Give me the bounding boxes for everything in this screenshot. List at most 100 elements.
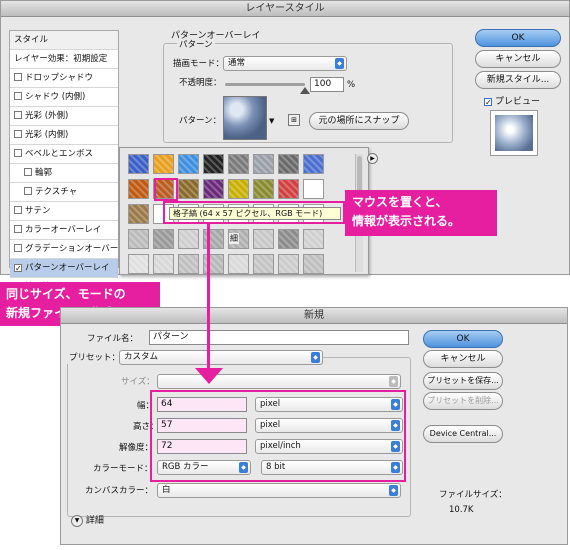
effect-item[interactable]: グラデーションオーバーレ <box>10 240 118 259</box>
new-preset-icon[interactable]: ⊞ <box>288 114 300 126</box>
style-preview-thumbnail <box>490 110 538 156</box>
preview-checkbox[interactable]: ✓ プレビュー <box>484 94 540 107</box>
pattern-swatch[interactable] <box>278 154 299 174</box>
color-mode-label: カラーモード： <box>93 464 153 474</box>
pattern-swatch[interactable] <box>228 154 249 174</box>
pattern-swatch[interactable] <box>253 179 274 199</box>
pattern-swatch[interactable] <box>178 179 199 199</box>
effect-checkbox[interactable] <box>24 187 32 195</box>
blend-mode-select[interactable]: 通常 ◆ <box>223 56 347 71</box>
blend-mode-label: 描画モード： <box>173 59 225 69</box>
effect-item[interactable]: ベベルとエンボス <box>10 145 118 164</box>
opacity-unit: % <box>347 80 356 90</box>
new-ok-button[interactable]: OK <box>423 330 503 348</box>
effect-label: ドロップシャドウ <box>25 73 94 83</box>
effect-item[interactable]: テクスチャ <box>10 183 118 202</box>
advanced-label: 詳細 <box>85 516 104 526</box>
effect-checkbox[interactable] <box>14 92 22 100</box>
effect-checkbox[interactable] <box>14 111 22 119</box>
pattern-swatch[interactable] <box>128 204 149 224</box>
effect-checkbox[interactable] <box>24 168 32 176</box>
callout-top-line1: マウスを置くと、 <box>352 195 448 209</box>
effect-checkbox[interactable] <box>14 206 22 214</box>
pattern-swatch[interactable] <box>153 154 174 174</box>
advanced-toggle[interactable]: ▼ 詳細 <box>71 513 104 527</box>
effect-item[interactable]: ドロップシャドウ <box>10 69 118 88</box>
pattern-swatch[interactable] <box>128 229 149 249</box>
pattern-swatch[interactable] <box>278 179 299 199</box>
effect-checkbox[interactable] <box>14 244 22 252</box>
effect-item[interactable]: ✓ パターンオーバーレイ <box>10 259 118 278</box>
effect-item[interactable]: サテン <box>10 202 118 221</box>
effect-checkbox[interactable] <box>14 73 22 81</box>
preview-swatch <box>495 115 533 151</box>
pattern-swatch[interactable] <box>178 229 199 249</box>
delete-preset-button: プリセットを削除... <box>423 392 503 410</box>
effect-checkbox[interactable] <box>14 225 22 233</box>
chevron-updown-icon: ◆ <box>389 485 398 496</box>
pattern-swatch[interactable] <box>203 154 224 174</box>
new-style-button[interactable]: 新規スタイル... <box>475 71 561 89</box>
ok-button[interactable]: OK <box>475 29 561 47</box>
new-dialog-title: 新規 <box>61 308 567 324</box>
pattern-swatch[interactable] <box>278 254 299 274</box>
chevron-down-icon[interactable]: ▼ <box>269 117 274 125</box>
effect-checkbox[interactable] <box>14 130 22 138</box>
opacity-slider-track[interactable] <box>225 83 305 86</box>
new-cancel-button[interactable]: キャンセル <box>423 350 503 368</box>
preview-check-icon[interactable]: ✓ <box>484 98 492 107</box>
pattern-swatch[interactable] <box>228 179 249 199</box>
pattern-swatch[interactable] <box>303 229 324 249</box>
size-select[interactable]: ◆ <box>157 374 401 389</box>
fields-highlight-box <box>150 390 406 482</box>
effect-item[interactable]: 輪郭 <box>10 164 118 183</box>
pattern-swatch[interactable] <box>253 154 274 174</box>
callout-left-line1: 同じサイズ、モードの <box>6 287 126 301</box>
pattern-swatch[interactable] <box>178 254 199 274</box>
canvas-color-select[interactable]: 白 ◆ <box>157 483 401 498</box>
snap-to-origin-button[interactable]: 元の場所にスナップ <box>309 112 409 130</box>
effect-label: テクスチャ <box>35 187 78 197</box>
effect-label: カラーオーバーレイ <box>25 225 102 235</box>
opacity-label: 不透明度： <box>179 78 222 88</box>
blending-options-item[interactable]: レイヤー効果：初期設定 <box>10 50 118 69</box>
pattern-swatch[interactable] <box>253 229 274 249</box>
save-preset-button[interactable]: プリセットを保存... <box>423 372 503 390</box>
pattern-swatch[interactable] <box>153 229 174 249</box>
pattern-swatch[interactable] <box>178 154 199 174</box>
pattern-swatch[interactable] <box>278 229 299 249</box>
cancel-button[interactable]: キャンセル <box>475 50 561 68</box>
pattern-swatch[interactable] <box>153 254 174 274</box>
styles-header[interactable]: スタイル <box>10 31 118 50</box>
device-central-button[interactable]: Device Central... <box>423 425 503 443</box>
pattern-swatch[interactable] <box>128 254 149 274</box>
tooltip-highlight-box <box>163 201 345 224</box>
pattern-swatch[interactable] <box>253 254 274 274</box>
preset-select[interactable]: カスタム ◆ <box>119 350 323 365</box>
pattern-label: パターン： <box>179 116 222 126</box>
pattern-swatch[interactable] <box>303 154 324 174</box>
pattern-swatch[interactable] <box>303 179 324 199</box>
disclosure-triangle-icon[interactable]: ▼ <box>71 514 83 527</box>
effect-item[interactable]: カラーオーバーレイ <box>10 221 118 240</box>
pattern-swatch[interactable] <box>128 179 149 199</box>
name-input[interactable]: パターン <box>149 330 409 345</box>
resolution-label: 解像度： <box>119 443 154 453</box>
opacity-input[interactable]: 100 <box>310 77 344 92</box>
file-size-label: ファイルサイズ： <box>439 490 507 500</box>
effect-checkbox[interactable] <box>14 149 22 157</box>
pattern-swatch[interactable] <box>303 254 324 274</box>
pattern-swatch[interactable] <box>203 179 224 199</box>
pattern-thumbnail[interactable] <box>223 96 267 140</box>
popup-menu-arrow-icon[interactable]: ▶ <box>367 153 378 164</box>
pattern-swatch[interactable] <box>228 254 249 274</box>
effect-item[interactable]: シャドウ (内側) <box>10 88 118 107</box>
opacity-slider-thumb[interactable] <box>300 87 310 94</box>
effect-item[interactable]: 光彩 (外側) <box>10 107 118 126</box>
effect-item[interactable]: 光彩 (内側) <box>10 126 118 145</box>
chevron-updown-icon: ◆ <box>389 376 398 387</box>
effect-checkbox[interactable]: ✓ <box>14 264 22 273</box>
effect-label: グラデーションオーバーレ <box>25 244 118 254</box>
pattern-swatch[interactable] <box>128 154 149 174</box>
size-label: サイズ： <box>121 377 155 387</box>
